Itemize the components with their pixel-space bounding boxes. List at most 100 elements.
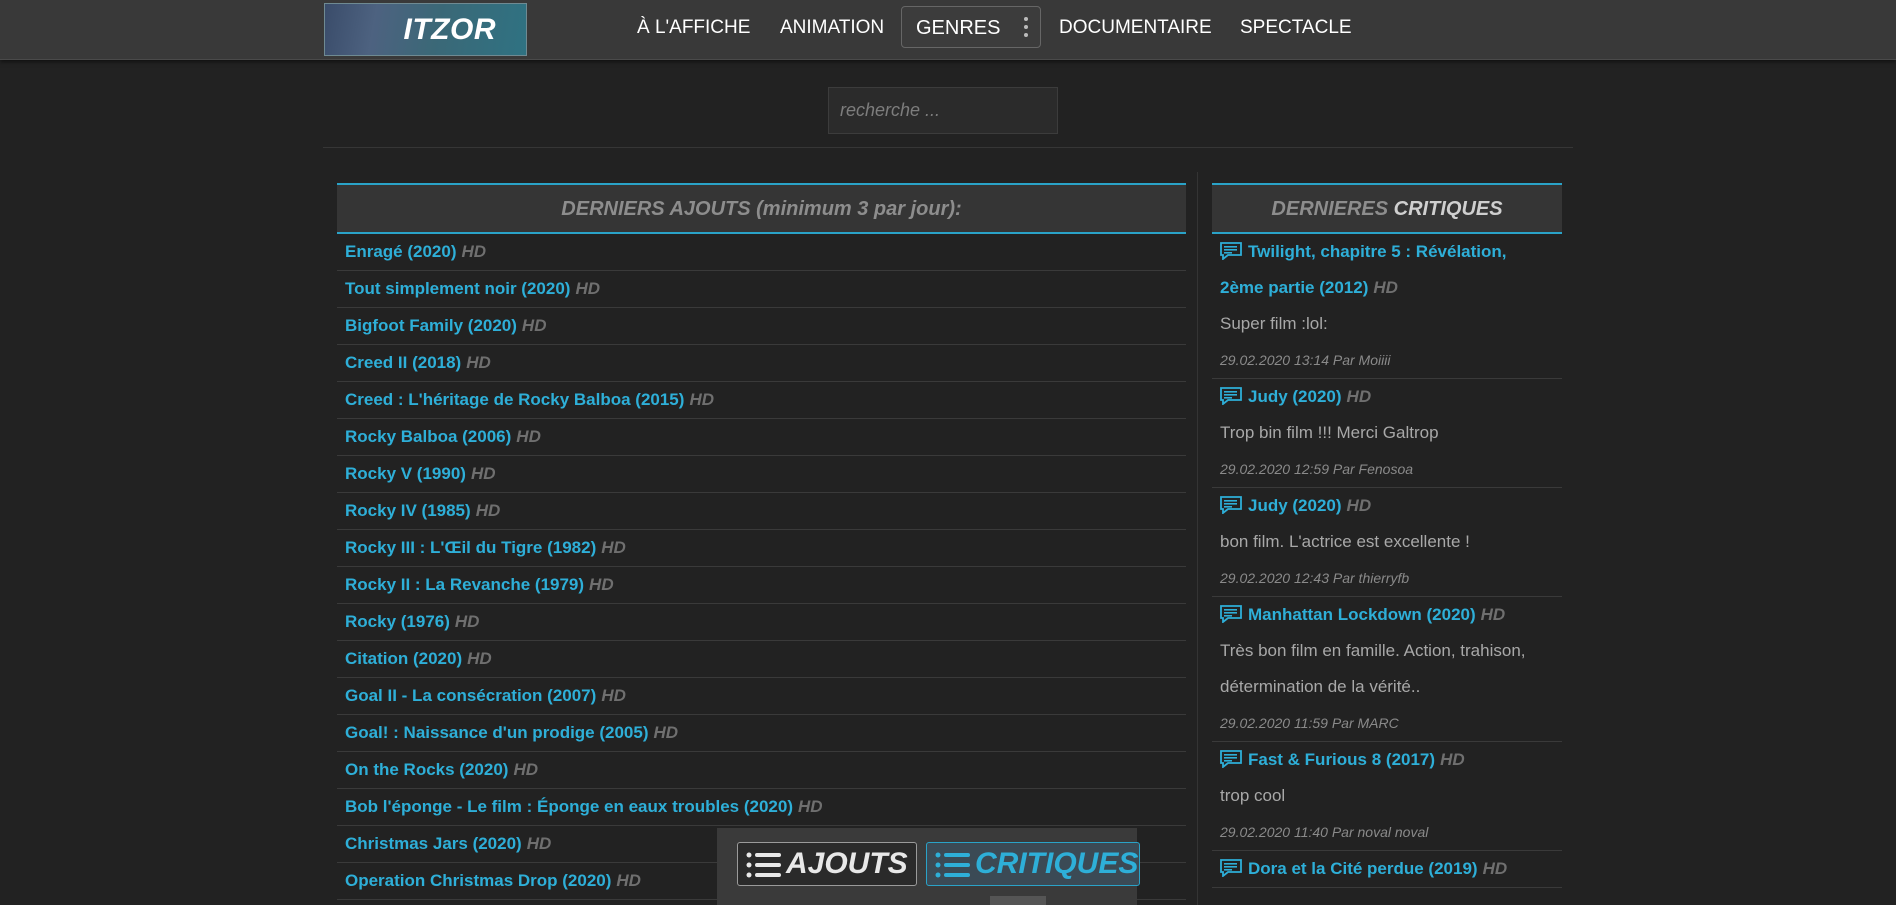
review-item: Dora et la Cité perdue (2019) HD xyxy=(1212,851,1562,888)
comment-icon xyxy=(1220,859,1242,877)
list-item[interactable]: Creed II (2018) HD xyxy=(337,345,1186,382)
quality-badge: HD xyxy=(516,427,541,446)
comment-icon xyxy=(1220,387,1242,405)
movie-title-link[interactable]: Operation Christmas Drop (2020) xyxy=(345,871,611,890)
movie-title-link[interactable]: Bigfoot Family (2020) xyxy=(345,316,517,335)
review-movie-title: Dora et la Cité perdue (2019) xyxy=(1248,859,1478,878)
movie-title-link[interactable]: Christmas Jars (2020) xyxy=(345,834,522,853)
movie-title-link[interactable]: Creed II (2018) xyxy=(345,353,461,372)
review-movie-title: Fast & Furious 8 (2017) xyxy=(1248,750,1436,769)
quality-badge: HD xyxy=(1346,387,1372,406)
list-icon xyxy=(935,852,970,878)
review-movie-link[interactable]: Twilight, chapitre 5 : Révélation, 2ème p… xyxy=(1220,234,1554,306)
quality-badge: HD xyxy=(689,390,714,409)
quality-badge: HD xyxy=(1346,496,1372,515)
list-item[interactable]: Creed : L'héritage de Rocky Balboa (2015… xyxy=(337,382,1186,419)
movie-title-link[interactable]: Rocky II : La Revanche (1979) xyxy=(345,575,584,594)
quality-badge: HD xyxy=(653,723,679,742)
movie-title-link[interactable]: Rocky IV (1985) xyxy=(345,501,471,520)
ajouts-toggle-label: AJOUTS xyxy=(786,847,908,880)
movie-title-link[interactable]: Rocky V (1990) xyxy=(345,464,466,483)
review-movie-title: Judy (2020) xyxy=(1248,496,1342,515)
movie-title-link[interactable]: On the Rocks (2020) xyxy=(345,760,508,779)
movie-title-link[interactable]: Goal II - La consécration (2007) xyxy=(345,686,596,705)
quality-badge: HD xyxy=(616,871,641,890)
latest-reviews-title: DERNIERES xyxy=(1271,198,1389,220)
review-movie-link[interactable]: Manhattan Lockdown (2020) HD xyxy=(1220,597,1554,633)
movie-title-link[interactable]: Tout simplement noir (2020) xyxy=(345,279,570,298)
comment-icon xyxy=(1220,750,1242,768)
search-input[interactable] xyxy=(828,87,1058,134)
genres-label: GENRES xyxy=(916,17,1001,39)
latest-additions-subtitle: (minimum 3 par jour): xyxy=(756,198,962,220)
quality-badge: HD xyxy=(1480,605,1506,624)
movie-title-link[interactable]: Rocky III : L'Œil du Tigre (1982) xyxy=(345,538,596,557)
list-item[interactable]: Enragé (2020) HD xyxy=(337,234,1186,271)
latest-reviews-header: DERNIERES CRITIQUES xyxy=(1212,183,1562,234)
quality-badge: HD xyxy=(466,353,491,372)
section-toggle-bar: AJOUTS CRITIQUES xyxy=(717,828,1140,905)
nav-item-documentaire[interactable]: DOCUMENTAIRE xyxy=(1059,17,1212,39)
list-item[interactable]: On the Rocks (2020) HD xyxy=(337,752,1186,789)
review-movie-link[interactable]: Judy (2020) HD xyxy=(1220,488,1554,524)
quality-badge: HD xyxy=(454,612,480,631)
more-vertical-icon xyxy=(1023,17,1029,39)
review-movie-title-cont: 2ème partie (2012) xyxy=(1220,278,1369,297)
review-text: trop cool xyxy=(1220,786,1286,805)
list-item[interactable]: Rocky III : L'Œil du Tigre (1982) HD xyxy=(337,530,1186,567)
nav-item-animation[interactable]: ANIMATION xyxy=(780,17,884,39)
list-item[interactable]: Goal II - La consécration (2007) HD xyxy=(337,678,1186,715)
review-movie-link[interactable]: Fast & Furious 8 (2017) HD xyxy=(1220,742,1554,778)
quality-badge: HD xyxy=(575,279,601,298)
list-item[interactable]: Rocky (1976) HD xyxy=(337,604,1186,641)
genres-dropdown-button[interactable]: GENRES xyxy=(901,6,1041,48)
quality-badge: HD xyxy=(589,575,614,594)
review-movie-link[interactable]: Judy (2020) HD xyxy=(1220,379,1554,415)
quality-badge: HD xyxy=(470,464,496,483)
quality-badge: HD xyxy=(1482,859,1508,878)
quality-badge: HD xyxy=(521,316,547,335)
list-item[interactable]: Goal! : Naissance d'un prodige (2005) HD xyxy=(337,715,1186,752)
header-divider xyxy=(323,147,1573,148)
quality-badge: HD xyxy=(467,649,492,668)
list-item[interactable]: Bigfoot Family (2020) HD xyxy=(337,308,1186,345)
movie-title-link[interactable]: Goal! : Naissance d'un prodige (2005) xyxy=(345,723,649,742)
quality-badge: HD xyxy=(513,760,539,779)
movie-title-link[interactable]: Enragé (2020) xyxy=(345,242,457,261)
movie-title-link[interactable]: Citation (2020) xyxy=(345,649,462,668)
quality-badge: HD xyxy=(798,797,823,816)
critiques-toggle-button[interactable]: CRITIQUES xyxy=(926,842,1140,886)
review-text: bon film. L'actrice est excellente ! xyxy=(1220,532,1470,551)
ajouts-toggle-button[interactable]: AJOUTS xyxy=(737,842,917,886)
review-movie-link[interactable]: Dora et la Cité perdue (2019) HD xyxy=(1220,851,1554,887)
latest-reviews-subtitle: CRITIQUES xyxy=(1393,198,1503,220)
nav-item-spectacle[interactable]: SPECTACLE xyxy=(1240,17,1352,39)
list-item[interactable]: Citation (2020) HD xyxy=(337,641,1186,678)
review-meta: 29.02.2020 11:40 Par noval noval xyxy=(1220,824,1429,840)
top-navbar: ITZOR À L'AFFICHE ANIMATION GENRES DOCUM… xyxy=(0,0,1896,60)
list-item[interactable]: Rocky IV (1985) HD xyxy=(337,493,1186,530)
scroll-tab-handle[interactable] xyxy=(990,896,1046,905)
review-item: Twilight, chapitre 5 : Révélation, 2ème p… xyxy=(1212,234,1562,379)
movie-title-link[interactable]: Rocky (1976) xyxy=(345,612,450,631)
movie-title-link[interactable]: Rocky Balboa (2006) xyxy=(345,427,511,446)
nav-item-a-l-affiche[interactable]: À L'AFFICHE xyxy=(637,17,750,39)
quality-badge: HD xyxy=(601,538,626,557)
list-item[interactable]: Rocky V (1990) HD xyxy=(337,456,1186,493)
list-item[interactable]: Rocky II : La Revanche (1979) HD xyxy=(337,567,1186,604)
movie-title-link[interactable]: Bob l'éponge - Le film : Éponge en eaux … xyxy=(345,797,793,816)
review-text: Super film :lol: xyxy=(1220,314,1328,333)
quality-badge: HD xyxy=(601,686,626,705)
review-text: Très bon film en famille. Action, trahis… xyxy=(1220,641,1526,696)
list-item[interactable]: Bob l'éponge - Le film : Éponge en eaux … xyxy=(337,789,1186,826)
review-item: Judy (2020) HD bon film. L'actrice est exc… xyxy=(1212,488,1562,597)
list-item[interactable]: Tout simplement noir (2020) HD xyxy=(337,271,1186,308)
site-logo-text: ITZOR xyxy=(403,13,496,46)
movie-title-link[interactable]: Creed : L'héritage de Rocky Balboa (2015… xyxy=(345,390,684,409)
site-logo[interactable]: ITZOR xyxy=(324,3,527,56)
list-item[interactable]: Rocky Balboa (2006) HD xyxy=(337,419,1186,456)
quality-badge: HD xyxy=(475,501,501,520)
review-meta: 29.02.2020 12:59 Par Fenosoa xyxy=(1220,461,1414,477)
comment-icon xyxy=(1220,242,1242,260)
review-movie-title: Judy (2020) xyxy=(1248,387,1342,406)
